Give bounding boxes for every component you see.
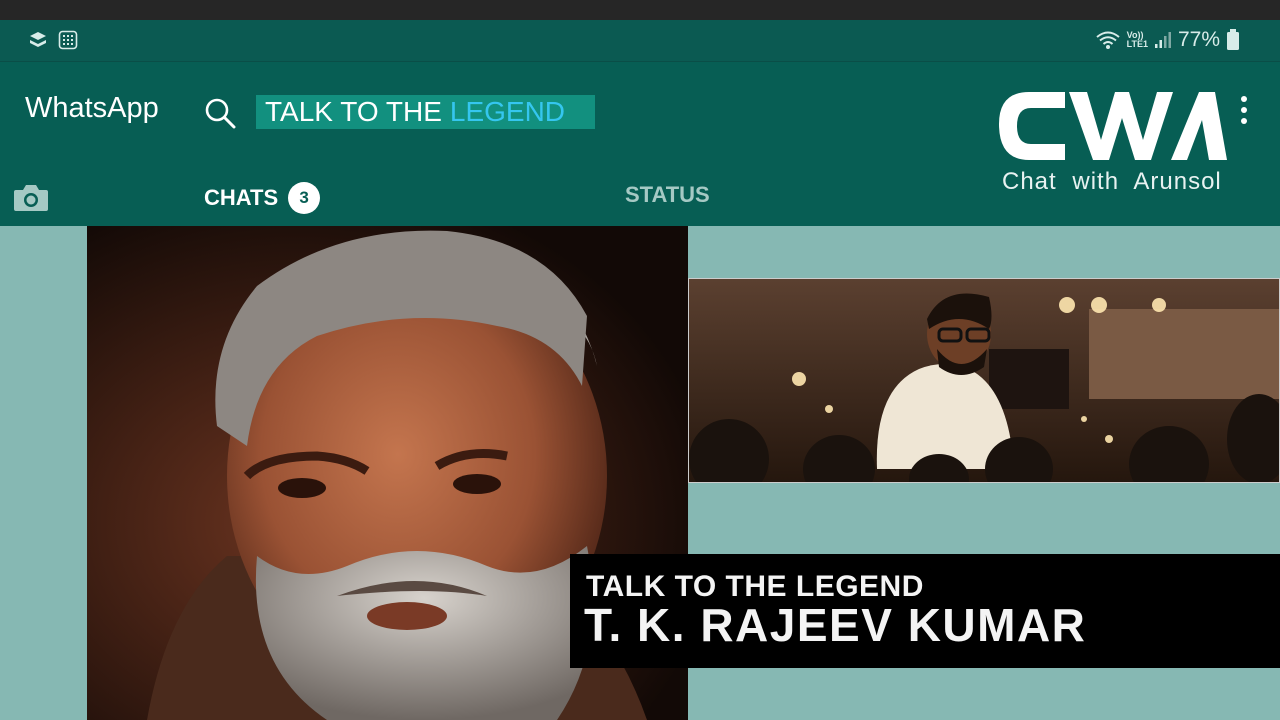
search-query-white: TALK TO THE — [265, 96, 442, 127]
top-strip — [0, 0, 1280, 20]
caption-line-2: T. K. RAJEEV KUMAR — [584, 599, 1087, 651]
speaker-photo — [688, 278, 1280, 483]
app-title: WhatsApp — [25, 92, 159, 124]
unread-badge: 3 — [288, 182, 321, 214]
tab-status-label: STATUS — [625, 182, 710, 207]
status-bar: Vo)) LTE1 77% — [0, 20, 1280, 62]
network-label-bottom: LTE1 — [1126, 39, 1148, 49]
tab-chats[interactable]: CHATS 3 — [204, 182, 321, 214]
search-query-blue: LEGEND — [449, 96, 566, 127]
network-label: Vo)) LTE1 — [1127, 31, 1148, 49]
camera-icon[interactable] — [13, 182, 49, 212]
battery-icon — [1227, 29, 1239, 50]
app-notification-icon — [28, 30, 48, 50]
logo-caption: Chat with Arunsol — [1002, 168, 1222, 195]
battery-percent: 77% — [1177, 28, 1220, 51]
more-vert-icon[interactable] — [1237, 96, 1251, 124]
signal-icon — [1154, 32, 1171, 48]
grid-notification-icon — [58, 30, 78, 50]
tab-chats-label: CHATS — [204, 185, 279, 210]
wifi-icon — [1095, 31, 1120, 49]
search-icon[interactable] — [203, 96, 237, 130]
search-query-field[interactable]: TALK TO THE LEGEND — [256, 95, 595, 129]
tab-status[interactable]: STATUS — [625, 182, 710, 208]
